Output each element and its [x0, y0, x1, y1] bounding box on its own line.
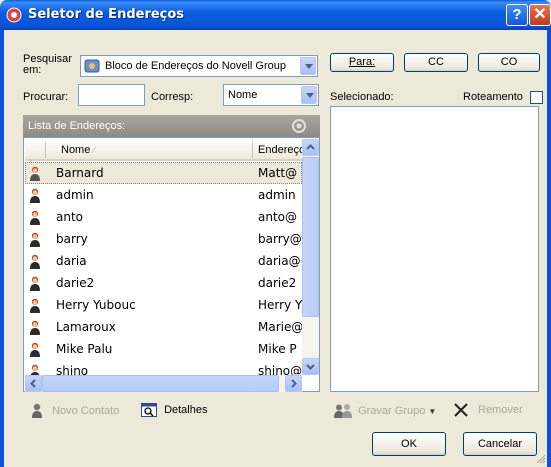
routing-label: Roteamento [463, 91, 523, 103]
contact-name: darie2 [56, 276, 95, 290]
vertical-scrollbar[interactable] [302, 139, 319, 375]
contact-icon [30, 254, 40, 269]
group-icon [334, 404, 352, 418]
window-title: Seletor de Endereços [28, 7, 185, 22]
routing-checkbox[interactable] [530, 91, 543, 104]
chevron-down-icon[interactable] [300, 57, 316, 75]
scroll-down-button[interactable] [302, 358, 319, 375]
contact-address: anto@ [258, 210, 298, 224]
list-item[interactable]: daria daria@ [25, 250, 302, 272]
contact-icon [32, 403, 42, 418]
chevron-down-icon[interactable] [301, 86, 317, 104]
contact-icon [30, 320, 40, 335]
match-select[interactable]: Nome [223, 84, 319, 106]
contact-icon [30, 342, 40, 357]
list-item[interactable]: Lamaroux Marie@ [25, 316, 302, 338]
cancel-button[interactable]: Cancelar [463, 432, 537, 456]
remove-x-icon [454, 403, 468, 417]
contact-name: shino [56, 364, 89, 375]
contact-name: daria [56, 254, 87, 268]
contact-name: Barnard [56, 166, 104, 180]
contact-name: anto [56, 210, 84, 224]
find-input[interactable] [78, 84, 145, 106]
address-book-select[interactable]: Bloco de Endereços do Novell Group [80, 55, 318, 77]
contact-name: barry [56, 232, 88, 246]
help-button[interactable]: ? [506, 4, 528, 26]
contact-address: Mike P [258, 342, 297, 356]
contact-address: Marie@ [258, 320, 302, 334]
close-button[interactable]: ✕ [529, 4, 551, 26]
contact-name: Mike Palu [56, 342, 113, 356]
contact-icon [30, 298, 40, 313]
scrollbar-thumb[interactable] [42, 375, 279, 392]
title-bar[interactable]: Seletor de Endereços ? ✕ [0, 0, 551, 30]
list-item[interactable]: darie2 darie2 [25, 272, 302, 294]
list-item[interactable]: anto anto@ [25, 206, 302, 228]
contact-icon [30, 166, 40, 181]
contact-address: Matt@ [258, 166, 298, 180]
address-book-icon [6, 7, 22, 23]
scroll-left-button[interactable] [25, 375, 42, 392]
address-list-header: Lista de Endereços: [23, 115, 320, 137]
contact-icon [30, 210, 40, 225]
contact-address: daria@ [258, 254, 301, 268]
list-item[interactable]: Barnard Matt@ [25, 162, 302, 184]
scrollbar-thumb[interactable] [302, 157, 319, 317]
remove-button[interactable]: Remover [453, 402, 523, 418]
book-icon [84, 59, 100, 73]
new-contact-button[interactable]: Novo Contato [31, 403, 119, 419]
save-group-button[interactable]: Gravar Grupo ▼ [333, 403, 436, 419]
refresh-icon[interactable] [291, 118, 307, 134]
scroll-right-button[interactable] [285, 375, 302, 392]
window-frame-left [0, 30, 4, 467]
contact-icon [30, 232, 40, 247]
bc-button[interactable]: CO [478, 53, 540, 72]
selected-recipients-list[interactable] [330, 106, 539, 392]
ok-button[interactable]: OK [372, 432, 446, 456]
contact-icon [30, 364, 40, 375]
list-item[interactable]: barry barry@ [25, 228, 302, 250]
contact-address: Herry Y [258, 298, 302, 312]
cc-button[interactable]: CC [404, 53, 468, 72]
details-button[interactable]: Detalhes [141, 403, 207, 417]
resize-grip-icon[interactable] [536, 454, 546, 464]
find-label: Procurar: [23, 91, 69, 103]
list-item[interactable]: Mike Palu Mike P [25, 338, 302, 360]
scroll-up-button[interactable] [302, 139, 319, 156]
contact-icon [30, 188, 40, 203]
contact-name: admin [56, 188, 94, 202]
match-label: Corresp: [151, 91, 194, 103]
contact-icon [30, 276, 40, 291]
match-value: Nome [228, 89, 258, 101]
to-button[interactable]: Para: [330, 53, 394, 72]
dropdown-arrow-icon[interactable]: ▼ [428, 407, 436, 416]
list-item[interactable]: admin admin [25, 184, 302, 206]
contact-name: Herry Yubouc [56, 298, 136, 312]
list-item[interactable]: Herry Yubouc Herry Y [25, 294, 302, 316]
contact-address: admin [258, 188, 296, 202]
address-list[interactable]: Nome ⁄ Endereço Barnard Matt@ admin admin an… [23, 137, 320, 392]
details-icon [141, 403, 157, 417]
address-book-value: Bloco de Endereços do Novell Group [105, 60, 286, 72]
contact-address: darie2 [258, 276, 297, 290]
horizontal-scrollbar[interactable] [25, 375, 302, 392]
contact-address: barry@ [258, 232, 302, 246]
contact-address: shino@ [258, 364, 302, 375]
list-item[interactable]: shino shino@ [25, 360, 302, 375]
search-in-label: Pesquisar em: [23, 53, 72, 76]
contact-name: Lamaroux [56, 320, 116, 334]
window-frame-right [547, 30, 551, 467]
selected-label: Selecionado: [330, 91, 394, 103]
address-list-title: Lista de Endereços: [28, 120, 126, 132]
